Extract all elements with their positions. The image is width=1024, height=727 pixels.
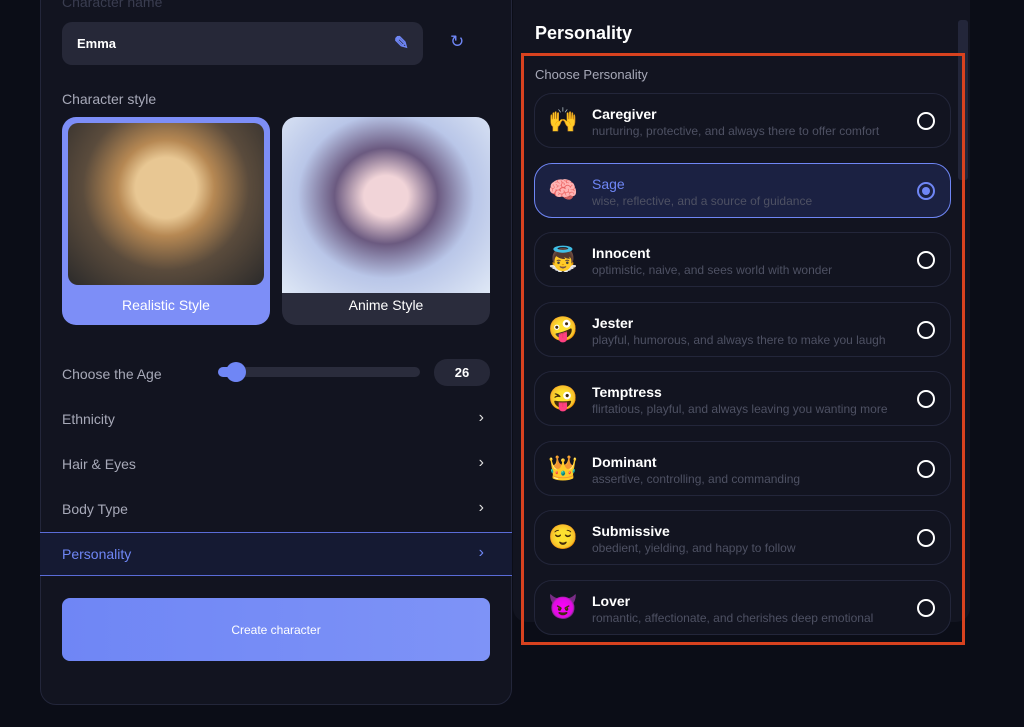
row-hair-eyes[interactable]: Hair & Eyes › — [40, 443, 512, 487]
realistic-preview-image — [68, 123, 264, 285]
style-card-realistic[interactable]: Realistic Style — [62, 117, 270, 325]
row-personality[interactable]: Personality › — [40, 532, 512, 576]
style-card-anime[interactable]: Anime Style — [282, 117, 490, 325]
style-caption: Realistic Style — [122, 297, 210, 313]
chevron-right-icon: › — [478, 499, 484, 516]
row-label: Personality — [62, 546, 132, 562]
row-label: Body Type — [62, 501, 128, 517]
panel-title: Personality — [535, 23, 633, 43]
style-caption: Anime Style — [348, 297, 424, 313]
age-label: Choose the Age — [62, 366, 162, 382]
style-label: Character style — [62, 91, 157, 107]
chevron-right-icon: › — [478, 544, 484, 561]
chevron-right-icon: › — [478, 454, 484, 471]
pencil-icon[interactable]: ✎ — [394, 33, 409, 54]
row-body-type[interactable]: Body Type › — [40, 488, 512, 532]
name-value: Emma — [77, 36, 117, 51]
create-character-button[interactable]: Create character — [62, 598, 490, 661]
row-label: Hair & Eyes — [62, 456, 136, 472]
chevron-right-icon: › — [478, 409, 484, 426]
row-label: Ethnicity — [62, 411, 115, 427]
age-value: 26 — [434, 359, 490, 386]
row-ethnicity[interactable]: Ethnicity › — [40, 398, 512, 442]
refresh-icon[interactable]: ↻ — [450, 32, 464, 52]
name-input[interactable]: Emma ✎ — [62, 22, 423, 65]
anime-preview-image — [282, 117, 490, 293]
highlight-box — [521, 53, 965, 645]
age-slider[interactable] — [218, 367, 420, 377]
name-label: Character name — [62, 0, 163, 10]
